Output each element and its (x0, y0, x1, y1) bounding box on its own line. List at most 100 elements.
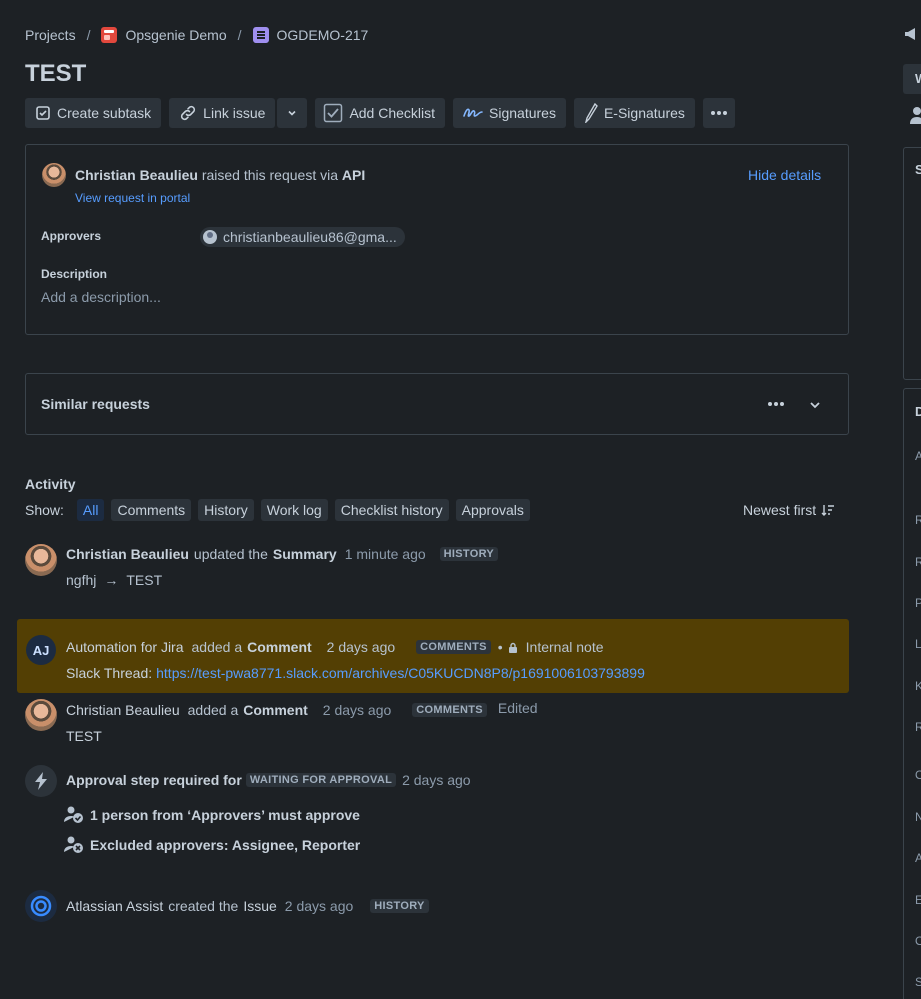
more-icon[interactable] (767, 401, 785, 407)
panel-letter: P (915, 596, 921, 610)
breadcrumb-projects-link[interactable]: Projects (25, 27, 76, 43)
automation-avatar[interactable]: AJ (26, 635, 56, 665)
issue-toolbar: Create subtask Link issue Add Checklist … (25, 98, 735, 128)
comments-badge: COMMENTS (416, 640, 491, 654)
approval-title: Approval step required for (66, 772, 242, 788)
requester-name[interactable]: Christian Beaulieu (75, 167, 198, 183)
entry-time[interactable]: 2 days ago (327, 639, 396, 655)
link-issue-button[interactable]: Link issue (169, 98, 276, 128)
slack-thread-link[interactable]: https://test-pwa8771.slack.com/archives/… (156, 665, 645, 681)
activity-heading: Activity (25, 476, 76, 492)
status-badge: WAITING FOR APPROVAL (245, 773, 397, 787)
panel-letter: D (915, 404, 921, 419)
more-actions-button[interactable] (702, 98, 735, 128)
lock-icon (508, 642, 517, 653)
activity-filters: Show: All Comments History Work log Chec… (25, 499, 530, 521)
project-icon (101, 27, 118, 43)
entry-time[interactable]: 1 minute ago (345, 546, 426, 562)
channel-name: API (341, 167, 366, 183)
raised-text: raised this request via (201, 167, 338, 183)
panel-letter: E (915, 893, 921, 907)
view-portal-link[interactable]: View request in portal (75, 191, 190, 205)
panel-letter: L (915, 637, 921, 651)
entry-target: Issue (243, 898, 277, 914)
signatures-button[interactable]: Signatures (453, 98, 566, 128)
description-field[interactable]: Add a description... (41, 289, 161, 305)
panel-letter: O (915, 768, 921, 782)
user-excluded-icon (64, 836, 83, 853)
user-icon[interactable] (907, 106, 921, 124)
panel-letter: R (915, 555, 921, 569)
activity-entry-header: Christian Beaulieu updated the Summary 1… (66, 546, 499, 562)
create-subtask-button[interactable]: Create subtask (25, 98, 162, 128)
panel-letter: S (915, 975, 921, 989)
internal-note-entry: AJ Automation for Jira added a Comment 2… (17, 619, 849, 693)
panel-letter: A (915, 851, 921, 865)
body-prefix: Slack Thread: (66, 665, 153, 681)
sort-button[interactable]: Newest first (743, 502, 835, 518)
approval-requirement: 1 person from ‘Approvers’ must approve (64, 806, 360, 824)
entry-time[interactable]: 2 days ago (402, 772, 471, 788)
filter-work-log[interactable]: Work log (260, 499, 328, 521)
megaphone-icon[interactable] (903, 25, 921, 43)
internal-note-label: Internal note (525, 639, 604, 655)
activity-entry-header: Christian Beaulieu added a Comment 2 day… (66, 700, 538, 718)
create-subtask-label: Create subtask (57, 105, 152, 121)
panel-letter: O (915, 934, 921, 948)
description-label: Description (41, 267, 108, 281)
panel-letter: A (915, 449, 921, 463)
similar-requests-card[interactable]: Similar requests (25, 373, 849, 435)
user-icon (203, 230, 217, 244)
issue-title[interactable]: TEST (25, 60, 86, 88)
approver-email: christianbeaulieu86@gma... (223, 229, 397, 245)
chevron-down-icon[interactable] (808, 398, 822, 412)
history-badge: HISTORY (370, 899, 429, 913)
breadcrumb: Projects / Opsgenie Demo / OGDEMO-217 (25, 27, 368, 43)
link-icon (181, 105, 196, 121)
signature-icon (463, 108, 483, 117)
filter-approvals[interactable]: Approvals (455, 499, 530, 521)
hide-details-link[interactable]: Hide details (748, 167, 821, 183)
entry-target: Summary (272, 546, 337, 562)
panel-letter: W (915, 71, 921, 86)
filter-all[interactable]: All (76, 499, 105, 521)
filter-history[interactable]: History (198, 499, 254, 521)
request-details-card: Christian Beaulieu raised this request v… (25, 144, 849, 335)
right-side-panel: W S D A R R P L K R O N A E O S (903, 0, 921, 999)
similar-requests-title: Similar requests (41, 396, 150, 412)
e-signatures-button[interactable]: E-Signatures (573, 98, 695, 128)
more-icon (710, 111, 727, 115)
breadcrumb-issue-link[interactable]: OGDEMO-217 (277, 27, 369, 43)
summary-change: ngfhj → TEST (66, 572, 162, 588)
pen-icon (584, 103, 598, 123)
atlassian-assist-avatar[interactable] (25, 890, 57, 922)
approval-icon (25, 765, 57, 797)
entry-time[interactable]: 2 days ago (323, 702, 392, 718)
breadcrumb-separator: / (86, 27, 91, 43)
comments-badge: COMMENTS (412, 703, 487, 717)
entry-time[interactable]: 2 days ago (285, 898, 354, 914)
entry-action: added a (191, 639, 243, 655)
filter-checklist-history[interactable]: Checklist history (334, 499, 449, 521)
approvers-label: Approvers (41, 229, 102, 243)
filter-comments[interactable]: Comments (111, 499, 192, 521)
subtask-icon (36, 106, 50, 120)
breadcrumb-project-link[interactable]: Opsgenie Demo (125, 27, 226, 43)
entry-target: Comment (243, 702, 308, 718)
entry-author[interactable]: Automation for Jira (66, 639, 184, 655)
approver-chip[interactable]: christianbeaulieu86@gma... (200, 227, 405, 247)
avatar[interactable] (25, 544, 57, 576)
avatar[interactable] (25, 699, 57, 731)
link-issue-label: Link issue (203, 105, 266, 121)
entry-author[interactable]: Christian Beaulieu (66, 546, 189, 562)
comment-body: Slack Thread: https://test-pwa8771.slack… (66, 665, 645, 681)
link-issue-dropdown-button[interactable] (277, 98, 308, 128)
avatar[interactable] (42, 163, 66, 187)
entry-target: Comment (247, 639, 312, 655)
panel-letter: N (915, 810, 921, 824)
panel-letter: R (915, 720, 921, 734)
add-checklist-button[interactable]: Add Checklist (315, 98, 446, 128)
sort-label: Newest first (743, 502, 817, 518)
entry-author[interactable]: Christian Beaulieu (66, 702, 180, 718)
entry-author[interactable]: Atlassian Assist (66, 898, 163, 914)
